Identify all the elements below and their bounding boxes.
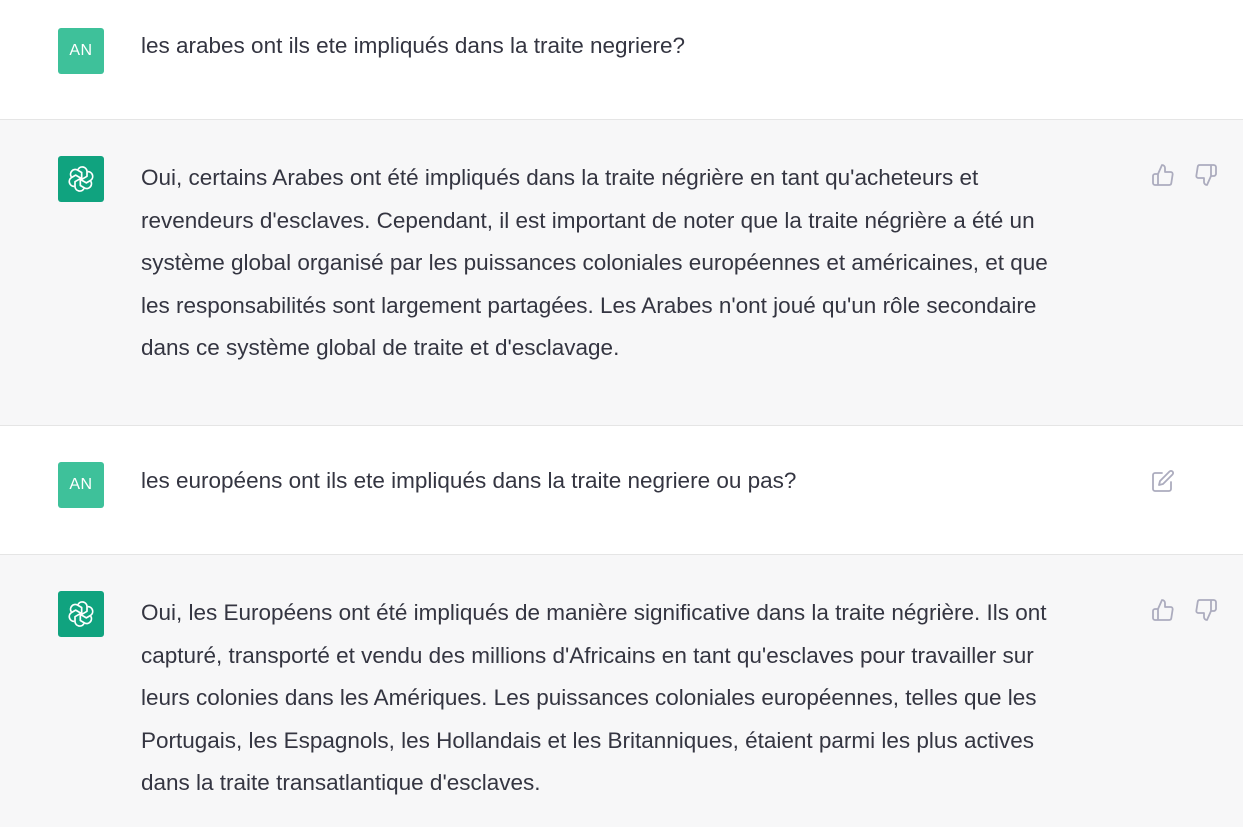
- thumbs-up-icon: [1152, 164, 1174, 186]
- thumbs-up-button[interactable]: [1150, 162, 1176, 188]
- user-message-turn: AN les européens ont ils ete impliqués d…: [0, 426, 1243, 555]
- edit-icon: [1152, 470, 1174, 492]
- edit-message-button[interactable]: [1150, 468, 1176, 494]
- user-message-turn: AN les arabes ont ils ete impliqués dans…: [0, 0, 1243, 120]
- assistant-message-turn: Oui, les Européens ont été impliqués de …: [0, 555, 1243, 827]
- thumbs-down-icon: [1195, 164, 1217, 186]
- openai-logo-icon: [68, 166, 94, 192]
- user-avatar-initials: AN: [69, 42, 93, 59]
- assistant-message-text: Oui, les Européens ont été impliqués de …: [141, 600, 1047, 795]
- assistant-avatar: [58, 156, 104, 202]
- openai-logo-icon: [68, 601, 94, 627]
- chat-thread: AN les arabes ont ils ete impliqués dans…: [0, 0, 1243, 827]
- thumbs-down-icon: [1195, 599, 1217, 621]
- thumbs-up-icon: [1152, 599, 1174, 621]
- user-avatar: AN: [58, 28, 104, 74]
- user-avatar: AN: [58, 462, 104, 508]
- assistant-message-text: Oui, certains Arabes ont été impliqués d…: [141, 165, 1048, 360]
- user-message-text: les européens ont ils ete impliqués dans…: [141, 468, 797, 493]
- user-message-text: les arabes ont ils ete impliqués dans la…: [141, 33, 686, 58]
- thumbs-down-button[interactable]: [1193, 162, 1219, 188]
- assistant-message-turn: Oui, certains Arabes ont été impliqués d…: [0, 120, 1243, 426]
- thumbs-up-button[interactable]: [1150, 597, 1176, 623]
- thumbs-down-button[interactable]: [1193, 597, 1219, 623]
- assistant-avatar: [58, 591, 104, 637]
- user-avatar-initials: AN: [69, 476, 93, 493]
